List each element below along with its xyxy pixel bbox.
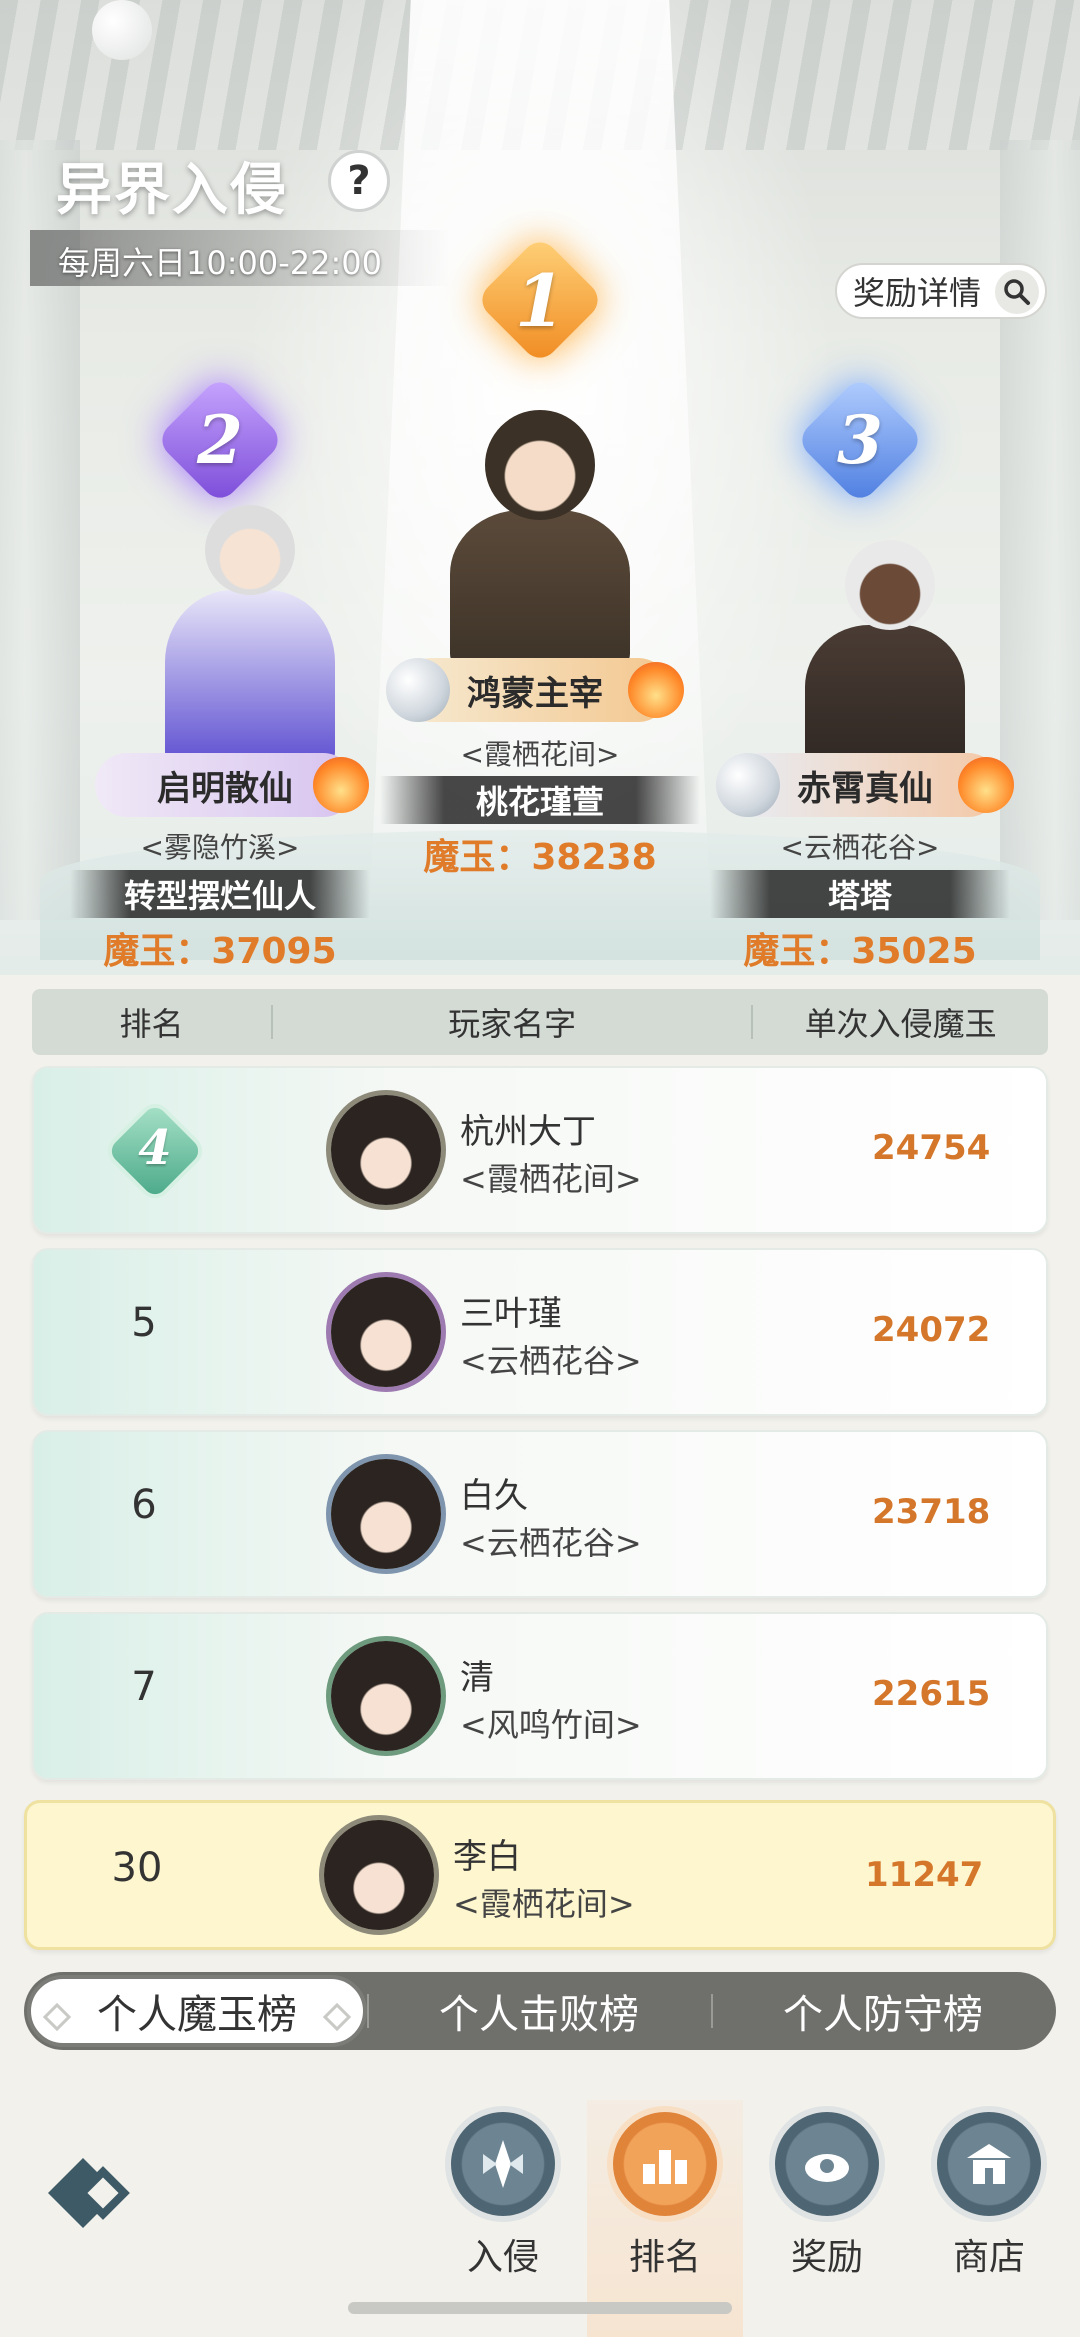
nav-shop-label: 商店 xyxy=(952,2237,1025,2278)
rank-2-title: 转型摆烂仙人 xyxy=(70,870,370,918)
player-name: 杭州大丁 xyxy=(460,1112,596,1152)
reward-detail-label: 奖励详情 xyxy=(853,274,982,312)
header-score: 单次入侵魔玉 xyxy=(804,1005,997,1043)
header-rank: 排名 xyxy=(119,1005,184,1043)
tab-personal-jade[interactable]: 个人魔玉榜 xyxy=(27,1975,367,2047)
tab-personal-defeat[interactable]: 个人击败榜 xyxy=(367,1972,711,2050)
header-player-name: 玩家名字 xyxy=(448,1005,577,1043)
moon-decoration xyxy=(92,0,152,60)
player-guild: <云栖花谷> xyxy=(460,1524,642,1562)
rank-2-badge: 2 xyxy=(154,374,286,506)
nav-ranking-label: 排名 xyxy=(628,2237,701,2278)
search-icon xyxy=(995,270,1039,314)
rank-1-nameplate: 鸿蒙主宰 xyxy=(386,658,684,722)
player-score: 24754 xyxy=(872,1128,991,1168)
rank-3-title: 塔塔 xyxy=(710,870,1010,918)
player-name: 清 xyxy=(460,1658,494,1698)
rank-2-guild: <雾隐竹溪> xyxy=(140,831,300,864)
rank-1-score: 魔玉：38238 xyxy=(423,837,657,878)
help-button[interactable]: ? xyxy=(328,150,390,212)
back-icon xyxy=(48,2158,130,2228)
rank-1-guild: <霞栖花间> xyxy=(460,738,620,771)
rank-3-score: 魔玉：35025 xyxy=(743,931,977,972)
rank-number: 6 xyxy=(131,1482,157,1528)
rank-1-badge: 1 xyxy=(474,234,606,366)
avatar[interactable] xyxy=(319,1815,439,1935)
flame-icon xyxy=(958,757,1014,813)
home-indicator[interactable] xyxy=(348,2302,732,2314)
invade-icon xyxy=(451,2112,555,2216)
tab-personal-defense[interactable]: 个人防守榜 xyxy=(711,1972,1055,2050)
nav-ranking[interactable]: 排名 xyxy=(590,2112,740,2312)
character-rank-2[interactable] xyxy=(150,505,340,770)
avatar[interactable] xyxy=(326,1272,446,1392)
table-row[interactable]: 6 白久 <云栖花谷> 23718 xyxy=(32,1430,1048,1598)
rank-number: 30 xyxy=(111,1845,163,1891)
avatar[interactable] xyxy=(326,1454,446,1574)
flame-icon xyxy=(628,662,684,718)
ranking-icon xyxy=(613,2112,717,2216)
player-score: 11247 xyxy=(865,1855,984,1895)
nav-invade-label: 入侵 xyxy=(466,2237,539,2278)
avatar[interactable] xyxy=(326,1090,446,1210)
player-score: 24072 xyxy=(872,1310,991,1350)
my-rank-row[interactable]: 30 李白 <霞栖花间> 11247 xyxy=(24,1800,1056,1950)
flame-icon xyxy=(313,757,369,813)
nav-reward-label: 奖励 xyxy=(790,2237,863,2278)
nav-reward[interactable]: 奖励 xyxy=(752,2112,902,2312)
player-guild: <风鸣竹间> xyxy=(460,1706,642,1744)
avatar[interactable] xyxy=(326,1636,446,1756)
player-guild: <霞栖花间> xyxy=(453,1885,635,1923)
player-score: 23718 xyxy=(872,1492,991,1532)
reward-icon xyxy=(775,2112,879,2216)
rank-number: 5 xyxy=(131,1300,157,1346)
rank-3-guild: <云栖花谷> xyxy=(780,831,940,864)
player-name: 李白 xyxy=(453,1837,521,1877)
character-rank-1[interactable] xyxy=(430,410,650,670)
player-name: 三叶瑾 xyxy=(460,1294,562,1334)
shop-icon xyxy=(937,2112,1041,2216)
rank-3-nameplate: 赤霄真仙 xyxy=(716,753,1014,817)
question-icon: ? xyxy=(347,158,371,204)
table-row[interactable]: 4 杭州大丁 <霞栖花间> 24754 xyxy=(32,1066,1048,1234)
rank-2-nameplate: 启明散仙 xyxy=(95,753,369,817)
rank-1-title: 桃花瑾萱 xyxy=(380,776,700,824)
reward-detail-button[interactable]: 奖励详情 xyxy=(835,263,1047,319)
ranking-table-header: 排名 玩家名字 单次入侵魔玉 xyxy=(32,989,1048,1055)
table-row[interactable]: 7 清 <风鸣竹间> 22615 xyxy=(32,1612,1048,1780)
rank-4-badge: 4 xyxy=(106,1102,204,1200)
table-row[interactable]: 5 三叶瑾 <云栖花谷> 24072 xyxy=(32,1248,1048,1416)
page-title: 异界入侵 xyxy=(56,158,288,223)
player-name: 白久 xyxy=(460,1476,528,1516)
leaderboard-tabs: 个人魔玉榜 个人击败榜 个人防守榜 xyxy=(24,1972,1056,2050)
back-button[interactable] xyxy=(38,2148,148,2238)
nav-invade[interactable]: 入侵 xyxy=(428,2112,578,2312)
rank-number: 7 xyxy=(131,1664,157,1710)
schedule-text: 每周六日10:00-22:00 xyxy=(58,244,382,282)
pillar-right xyxy=(1000,140,1080,920)
player-score: 22615 xyxy=(872,1674,991,1714)
player-guild: <霞栖花间> xyxy=(460,1160,642,1198)
rank-3-badge: 3 xyxy=(794,374,926,506)
player-guild: <云栖花谷> xyxy=(460,1342,642,1380)
character-rank-3[interactable] xyxy=(790,540,980,780)
nav-shop[interactable]: 商店 xyxy=(914,2112,1064,2312)
rank-2-score: 魔玉：37095 xyxy=(103,931,337,972)
